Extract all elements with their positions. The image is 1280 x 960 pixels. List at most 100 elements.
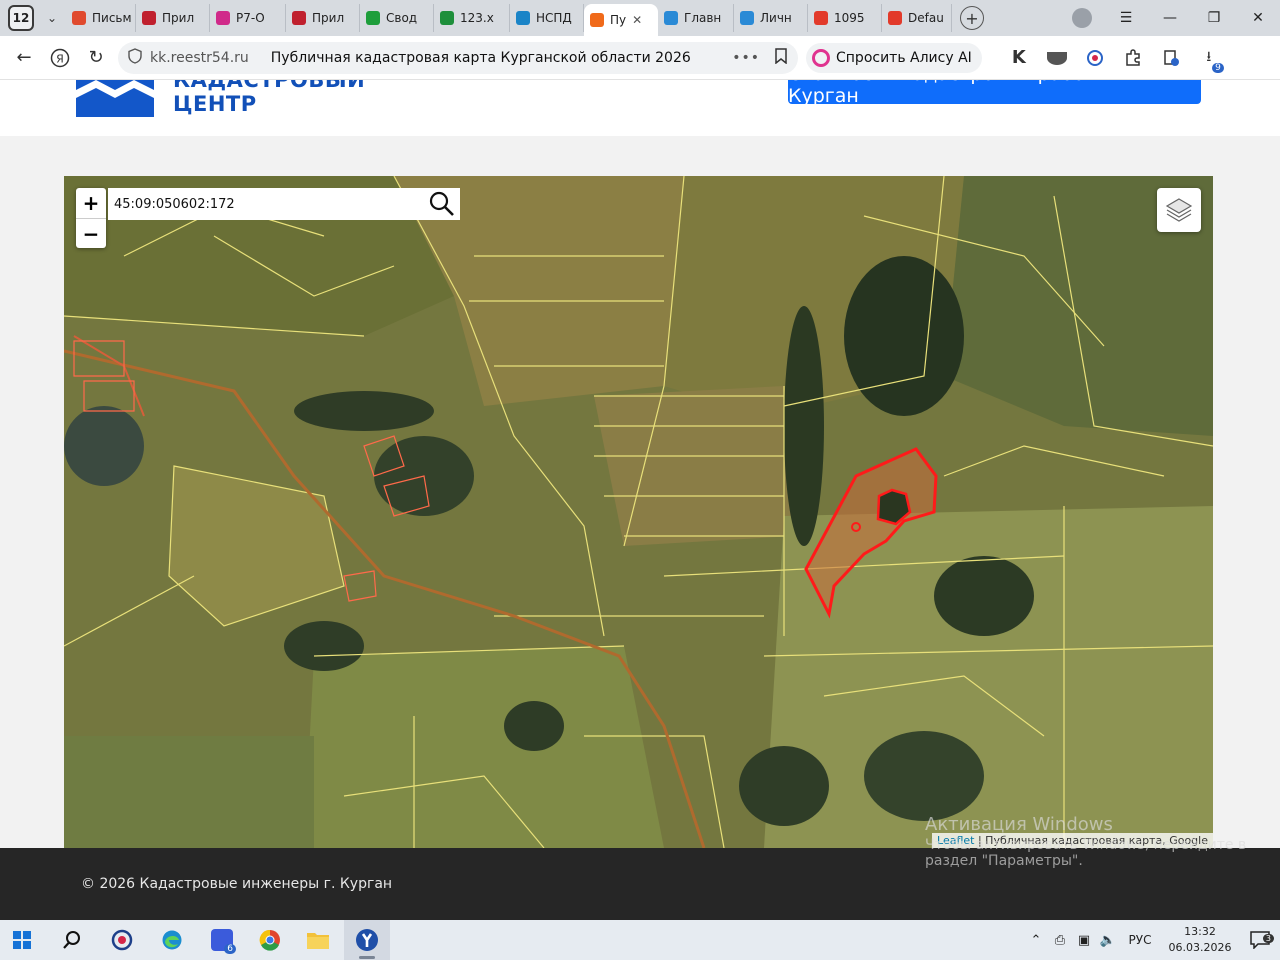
- site-security-shield-icon[interactable]: [128, 47, 142, 68]
- ask-alice-button[interactable]: Спросить Алису AI: [806, 42, 982, 73]
- close-window-button[interactable]: ✕: [1236, 0, 1280, 36]
- network-icon[interactable]: ▣: [1072, 933, 1096, 948]
- tab-list-chevron-icon[interactable]: ⌄: [38, 4, 66, 32]
- pdf-icon: [814, 11, 828, 25]
- profile-button[interactable]: [1060, 0, 1104, 36]
- downloads-badge: 9: [1212, 62, 1224, 73]
- zoom-in-button[interactable]: +: [76, 188, 106, 218]
- r7-icon: [216, 11, 230, 25]
- clock-time: 13:32: [1184, 925, 1216, 938]
- cadastral-cost-button[interactable]: Стоимость кадастровых работ в г. Курган: [788, 80, 1201, 107]
- pdf-icon: [888, 11, 902, 25]
- notifications-button[interactable]: 3: [1240, 931, 1280, 949]
- notification-count: 3: [1262, 934, 1274, 943]
- browser-menu-button[interactable]: ☰: [1104, 0, 1148, 36]
- reload-icon[interactable]: ↻: [78, 40, 114, 76]
- system-tray: ⌃ ⎙ ▣ 🔈 РУС 13:32 06.03.2026 3: [1024, 920, 1280, 960]
- extension-document-check-icon[interactable]: [1156, 43, 1186, 73]
- downloads-button[interactable]: ⭳ 9: [1194, 43, 1224, 73]
- new-tab-button[interactable]: +: [960, 6, 984, 30]
- target-app-icon: [111, 929, 133, 951]
- gosuslugi-icon: [664, 11, 678, 25]
- restore-button[interactable]: ❐: [1192, 0, 1236, 36]
- taskbar-messenger[interactable]: 6: [200, 920, 244, 960]
- tab-count-button[interactable]: 12: [8, 5, 34, 31]
- show-hidden-icons-chevron-icon[interactable]: ⌃: [1024, 933, 1048, 948]
- browser-tab-strip: 12 ⌄ Письм Прил Р7-О Прил Свод 123.x НСП…: [0, 0, 1280, 36]
- cadastral-map[interactable]: + − Leaflet | Публичная кадастровая карт…: [64, 176, 1213, 848]
- yandex-logo-icon[interactable]: Я: [42, 40, 78, 76]
- tab-personal[interactable]: Личн: [734, 4, 808, 32]
- layers-icon: [1165, 198, 1193, 222]
- alice-icon: [812, 48, 830, 67]
- clock[interactable]: 13:32 06.03.2026: [1160, 924, 1240, 956]
- edge-icon: [162, 930, 182, 950]
- app-icon: [292, 11, 306, 25]
- zoom-out-button[interactable]: −: [76, 218, 106, 248]
- tab-r7[interactable]: Р7-О: [210, 4, 286, 32]
- search-icon: [429, 191, 454, 216]
- app-icon: [142, 11, 156, 25]
- tab-app-1[interactable]: Прил: [136, 4, 210, 32]
- taskbar-search-button[interactable]: [50, 920, 94, 960]
- active-app-indicator: [359, 956, 375, 959]
- windows-logo-icon: [13, 931, 31, 949]
- taskbar-file-explorer[interactable]: [296, 920, 340, 960]
- zoom-control: + −: [76, 188, 106, 248]
- taskbar-chrome[interactable]: [248, 920, 292, 960]
- edge-icon: [516, 11, 530, 25]
- device-icon[interactable]: ⎙: [1048, 933, 1072, 948]
- extension-shield-icon[interactable]: [1042, 43, 1072, 73]
- cadastral-number-input[interactable]: [108, 189, 424, 219]
- tab-default[interactable]: Defau: [882, 4, 952, 32]
- gosuslugi-icon: [740, 11, 754, 25]
- house-icon: [590, 13, 604, 27]
- bookmark-icon[interactable]: [774, 47, 788, 68]
- minimize-button[interactable]: —: [1148, 0, 1192, 36]
- ask-alice-label: Спросить Алису AI: [836, 49, 972, 66]
- back-arrow-icon[interactable]: ←: [6, 40, 42, 76]
- taskbar-app-target[interactable]: [100, 920, 144, 960]
- address-bar-row: ← Я ↻ kk.reestr54.ru Публичная кадастров…: [0, 36, 1280, 80]
- folder-icon: [307, 933, 329, 949]
- tab-svod[interactable]: Свод: [360, 4, 434, 32]
- more-actions-icon[interactable]: •••: [732, 50, 760, 66]
- taskbar-edge[interactable]: [150, 920, 194, 960]
- windows-taskbar: 6 ⌃ ⎙ ▣ 🔈 РУС 13:32 06.03.2026 3: [0, 920, 1280, 960]
- tab-nspd[interactable]: НСПД: [510, 4, 584, 32]
- input-language-indicator[interactable]: РУС: [1120, 933, 1160, 947]
- taskbar-yandex-browser[interactable]: [344, 920, 390, 960]
- extension-target-icon[interactable]: [1080, 43, 1110, 73]
- url-field[interactable]: kk.reestr54.ru Публичная кадастровая кар…: [118, 41, 798, 74]
- company-logo-text[interactable]: КАДАСТРОВЫЙ ЦЕНТР: [173, 80, 365, 116]
- tab-123[interactable]: 123.x: [434, 4, 510, 32]
- attribution-text: | Публичная кадастровая карта, Google: [974, 834, 1208, 847]
- clock-date: 06.03.2026: [1168, 941, 1232, 954]
- site-footer: © 2026 Кадастровые инженеры г. Курган: [0, 848, 1280, 920]
- mail-icon: [72, 11, 86, 25]
- close-tab-icon[interactable]: ✕: [632, 13, 642, 27]
- satellite-map-layer[interactable]: [64, 176, 1213, 848]
- tab-public-map-active[interactable]: Пу ✕: [584, 4, 658, 36]
- cadastral-search-box: [108, 188, 460, 220]
- search-button[interactable]: [424, 188, 460, 220]
- tab-main[interactable]: Главн: [658, 4, 734, 32]
- yandex-browser-icon: [356, 929, 378, 951]
- extensions-puzzle-icon[interactable]: [1118, 43, 1148, 73]
- tab-mail[interactable]: Письм: [66, 4, 136, 32]
- tab-app-2[interactable]: Прил: [286, 4, 360, 32]
- start-button[interactable]: [0, 920, 44, 960]
- layers-button[interactable]: [1157, 188, 1201, 232]
- spreadsheet-icon: [366, 11, 380, 25]
- tab-1095[interactable]: 1095: [808, 4, 882, 32]
- volume-icon[interactable]: 🔈: [1096, 933, 1120, 948]
- url-page-title: Публичная кадастровая карта Курганской о…: [270, 49, 691, 66]
- map-attribution: Leaflet | Публичная кадастровая карта, G…: [932, 833, 1213, 848]
- extension-k-icon[interactable]: K: [1004, 43, 1034, 73]
- svg-text:Я: Я: [56, 52, 64, 65]
- chrome-icon: [259, 929, 280, 951]
- messenger-badge: 6: [224, 944, 236, 954]
- company-logo-icon[interactable]: [76, 80, 154, 117]
- download-arrow-icon: ⭳: [1206, 48, 1212, 65]
- leaflet-link[interactable]: Leaflet: [937, 834, 974, 847]
